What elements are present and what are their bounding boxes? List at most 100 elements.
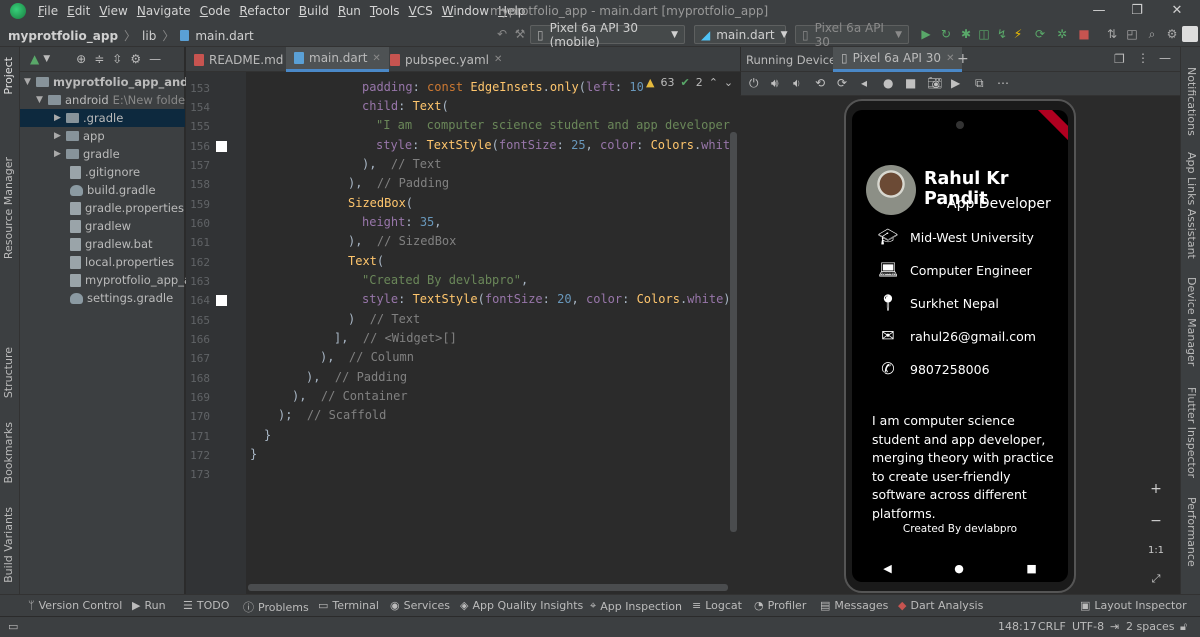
tool-todo[interactable]: ☰ TODO: [183, 599, 229, 612]
tab-pubspec[interactable]: pubspec.yaml ✕: [382, 47, 510, 72]
zoom-actual-size-button[interactable]: 1:1: [1144, 545, 1168, 556]
chevron-down-icon[interactable]: ▼: [43, 54, 50, 64]
rotate-left-icon[interactable]: ⟲: [815, 76, 825, 90]
chevron-down-icon[interactable]: ▼: [36, 91, 44, 109]
chevron-up-icon[interactable]: ⌃: [709, 76, 718, 89]
tool-layout-inspector[interactable]: ▣ Layout Inspector: [1080, 599, 1187, 612]
tree-item-settings-gradle[interactable]: settings.gradle: [70, 289, 173, 307]
hot-restart-icon[interactable]: ⚡: [1010, 26, 1026, 42]
tab-main-dart[interactable]: main.dart ✕: [286, 47, 389, 72]
tree-item-build-gradle[interactable]: build.gradle: [70, 181, 156, 199]
tool-notifications[interactable]: Notifications: [1185, 67, 1198, 136]
avatar[interactable]: [1182, 26, 1198, 42]
collapse-all-icon[interactable]: ≑: [94, 52, 104, 66]
home-icon[interactable]: ●: [883, 76, 893, 90]
close-icon[interactable]: ✕: [372, 53, 380, 64]
nav-back-icon[interactable]: ◀: [883, 562, 891, 575]
volume-up-icon[interactable]: 🔊︎: [771, 76, 779, 91]
tool-project[interactable]: Project: [2, 57, 15, 95]
caret-position[interactable]: 148:17: [998, 620, 1037, 633]
menu-edit[interactable]: Edit: [67, 4, 90, 18]
tool-bookmarks[interactable]: Bookmarks: [2, 422, 15, 483]
globe-icon[interactable]: ⊕: [76, 52, 86, 66]
tool-profiler[interactable]: ◔ Profiler: [754, 599, 806, 612]
hammer-icon[interactable]: ⚒: [512, 26, 528, 42]
tool-messages[interactable]: ▤ Messages: [820, 599, 888, 612]
run-icon[interactable]: ▶: [918, 26, 934, 42]
hide-panel-icon[interactable]: —: [1159, 51, 1171, 65]
profile-icon[interactable]: ↯: [994, 26, 1010, 42]
tree-item-gradle-properties[interactable]: gradle.properties: [70, 199, 184, 217]
phone-screen[interactable]: Rahul Kr Pandit App Developer 🎓︎ Mid-Wes…: [852, 110, 1068, 582]
menu-refactor[interactable]: Refactor: [239, 4, 289, 18]
volume-down-icon[interactable]: 🔉︎: [793, 76, 801, 91]
window-options-icon[interactable]: ❐: [1114, 52, 1125, 66]
vcs-update-icon[interactable]: ↶: [494, 26, 510, 42]
screen-record-icon[interactable]: ▶︎: [951, 76, 960, 90]
menu-tools[interactable]: Tools: [370, 4, 400, 18]
close-window-icon[interactable]: ✕: [1168, 2, 1186, 20]
indent-setting[interactable]: 2 spaces: [1126, 620, 1175, 633]
overview-icon[interactable]: ■: [905, 76, 916, 90]
status-window-icon[interactable]: ▭: [8, 620, 18, 633]
tool-version-control[interactable]: ᛘ Version Control: [28, 599, 122, 612]
zoom-fit-icon[interactable]: ⤢: [1144, 572, 1168, 586]
chevron-right-icon[interactable]: ▶: [54, 109, 62, 127]
line-separator[interactable]: CRLF: [1038, 620, 1066, 633]
tool-flutter-inspector[interactable]: Flutter Inspector: [1185, 387, 1198, 478]
screenshot-icon[interactable]: 📷︎: [927, 76, 942, 90]
tree-item-local-properties[interactable]: local.properties: [70, 253, 174, 271]
attach-debugger-icon[interactable]: ✲: [1054, 26, 1070, 42]
indent-icon[interactable]: ⇥: [1110, 620, 1119, 633]
tool-resource-manager[interactable]: Resource Manager: [2, 157, 15, 259]
menu-navigate[interactable]: Navigate: [137, 4, 191, 18]
sync-gradle-icon[interactable]: ⇅: [1104, 26, 1120, 42]
chevron-down-icon[interactable]: ▼: [24, 73, 32, 91]
tree-item-gitignore[interactable]: .gitignore: [70, 163, 140, 181]
breadcrumb-lib[interactable]: lib: [142, 29, 156, 43]
tool-flutter-performance[interactable]: Flutter Performance: [1185, 497, 1200, 594]
more-options-icon[interactable]: ⋮: [1137, 51, 1149, 65]
tool-app-inspection[interactable]: ⌖ App Inspection: [590, 599, 682, 613]
menu-window[interactable]: Window: [442, 4, 489, 18]
menu-file[interactable]: File: [38, 4, 58, 18]
maximize-icon[interactable]: ❐: [1128, 2, 1146, 20]
device-selector[interactable]: ▯ Pixel 6a API 30 (mobile) ▼: [530, 21, 685, 49]
color-preview-swatch[interactable]: [216, 141, 227, 152]
breadcrumb-file[interactable]: main.dart: [195, 29, 253, 43]
horizontal-scrollbar[interactable]: [248, 584, 728, 591]
lock-icon[interactable]: 🔓︎: [1180, 620, 1187, 634]
sdk-manager-icon[interactable]: ◰: [1124, 26, 1140, 42]
expand-icon[interactable]: ⇳: [112, 52, 122, 66]
coverage-icon[interactable]: ◫: [976, 26, 992, 42]
menu-vcs[interactable]: VCS: [409, 4, 433, 18]
debug-icon[interactable]: ✱: [958, 26, 974, 42]
nav-overview-icon[interactable]: ■: [1026, 562, 1036, 575]
minimize-panel-icon[interactable]: —: [149, 52, 161, 66]
tree-item-app[interactable]: ▶ app: [54, 127, 105, 145]
chevron-right-icon[interactable]: ▶: [54, 127, 62, 145]
color-preview-swatch[interactable]: [216, 295, 227, 306]
stop-icon[interactable]: ■: [1076, 26, 1092, 42]
minimize-icon[interactable]: —: [1090, 2, 1108, 20]
vertical-scrollbar[interactable]: [730, 132, 737, 532]
zoom-in-button[interactable]: +: [1144, 481, 1168, 497]
tool-terminal[interactable]: ▭ Terminal: [318, 599, 379, 612]
breadcrumb-project[interactable]: myprotfolio_app: [8, 29, 118, 43]
tree-item-gradle[interactable]: ▶ gradle: [54, 145, 120, 163]
tool-app-quality-insights[interactable]: ◈ App Quality Insights: [460, 599, 583, 612]
tree-item-gradlew[interactable]: gradlew: [70, 217, 131, 235]
tool-structure[interactable]: Structure: [2, 347, 15, 398]
android-icon[interactable]: ▲: [30, 52, 39, 66]
menu-code[interactable]: Code: [200, 4, 231, 18]
nav-home-icon[interactable]: ●: [954, 562, 964, 575]
code-editor[interactable]: 153 154 155 156 157 158 159 160 161 162 …: [186, 72, 740, 594]
settings-gear-icon[interactable]: ⚙: [1164, 26, 1180, 42]
add-device-icon[interactable]: +: [957, 51, 969, 67]
tool-problems[interactable]: ⓘ Problems: [243, 599, 309, 615]
menu-build[interactable]: Build: [299, 4, 329, 18]
close-icon[interactable]: ✕: [494, 54, 502, 65]
restart-icon[interactable]: ⟳: [1032, 26, 1048, 42]
zoom-out-button[interactable]: −: [1144, 513, 1168, 529]
tree-item-gradlew-bat[interactable]: gradlew.bat: [70, 235, 153, 253]
